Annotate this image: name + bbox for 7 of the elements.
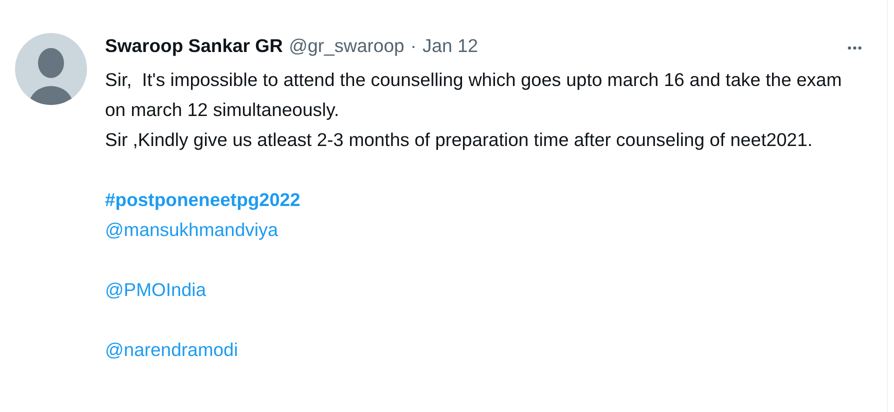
author-handle[interactable]: @gr_swaroop bbox=[288, 35, 404, 57]
more-button[interactable]: ••• bbox=[843, 41, 867, 55]
tweet-date[interactable]: Jan 12 bbox=[422, 35, 478, 57]
tweet-text: Sir ,Kindly give us atleast 2-3 months of preparation time after counseling of neet2021. bbox=[105, 128, 813, 152]
tweet-text: Sir, It's impossible to attend the counselling which goes upto march 16 and take the exam on march 12 simultaneously. bbox=[105, 68, 843, 122]
separator-dot: · bbox=[410, 35, 416, 57]
author-name[interactable]: Swaroop Sankar GR bbox=[105, 35, 283, 57]
